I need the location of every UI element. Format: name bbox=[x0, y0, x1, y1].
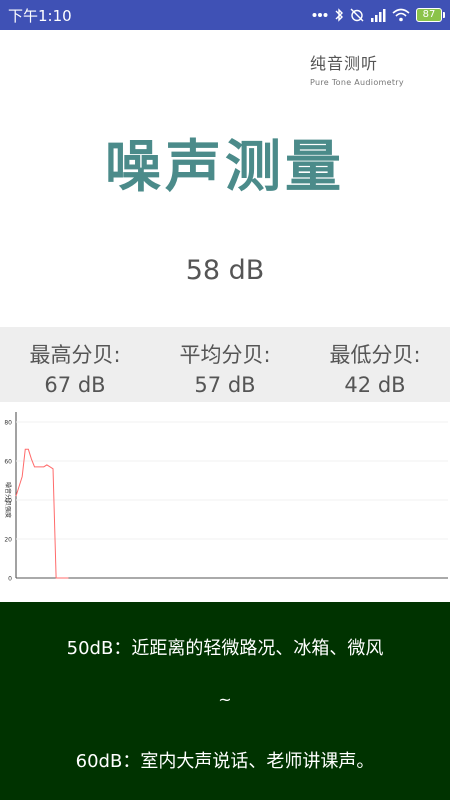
y-tick-label-20: 20 bbox=[4, 537, 12, 544]
alarm-off-icon bbox=[350, 8, 364, 22]
battery-icon: 87 bbox=[416, 8, 445, 22]
info-panel: 50dB：近距离的轻微路况、冰箱、微风 ~ 60dB：室内大声说话、老师讲课声。 bbox=[0, 602, 450, 800]
y-tick-label-80: 80 bbox=[4, 420, 12, 427]
stat-avg-value: 57 dB bbox=[194, 373, 256, 397]
noise-chart-svg: 020406080噪音分贝强度 bbox=[4, 412, 448, 583]
status-bar: 下午1:10 87 bbox=[0, 0, 450, 30]
current-db-readout: 58 dB bbox=[185, 255, 265, 286]
bluetooth-icon bbox=[334, 8, 344, 22]
logo-chinese-text: 纯音测听 bbox=[310, 54, 379, 73]
wifi-icon bbox=[392, 8, 410, 22]
y-tick-label-60: 60 bbox=[4, 459, 12, 466]
stat-max: 最高分贝: 67 dB bbox=[0, 327, 150, 402]
page-title: 噪声测量 bbox=[105, 134, 345, 200]
info-line-60db: 60dB：室内大声说话、老师讲课声。 bbox=[75, 751, 375, 772]
stat-min-value: 42 dB bbox=[344, 373, 406, 397]
status-icons: 87 bbox=[312, 8, 445, 22]
stat-max-value: 67 dB bbox=[44, 373, 106, 397]
stat-min: 最低分贝: 42 dB bbox=[300, 327, 450, 402]
stat-min-label: 最低分贝: bbox=[329, 343, 421, 367]
y-tick-label-0: 0 bbox=[8, 576, 12, 583]
stat-max-label: 最高分贝: bbox=[29, 343, 121, 367]
series-line-0 bbox=[15, 448, 69, 579]
app-logo: 纯音测听 Pure Tone Audiometry bbox=[310, 50, 430, 87]
more-dots-icon bbox=[312, 12, 328, 18]
logo-english-text: Pure Tone Audiometry bbox=[310, 78, 404, 87]
info-line-tilde: ~ bbox=[218, 690, 232, 709]
status-time: 下午1:10 bbox=[8, 6, 72, 25]
battery-level: 87 bbox=[422, 9, 436, 20]
noise-chart: 0 20 40 60 80 噪音分贝强度 bbox=[0, 402, 450, 602]
stat-avg-label: 平均分贝: bbox=[179, 343, 271, 367]
info-line-50db: 50dB：近距离的轻微路况、冰箱、微风 bbox=[66, 638, 384, 659]
signal-icon bbox=[370, 8, 386, 22]
stat-avg: 平均分贝: 57 dB bbox=[150, 327, 300, 402]
y-axis-label: 噪音分贝强度 bbox=[4, 482, 12, 518]
stats-band: 最高分贝: 67 dB 平均分贝: 57 dB 最低分贝: 42 dB bbox=[0, 327, 450, 402]
